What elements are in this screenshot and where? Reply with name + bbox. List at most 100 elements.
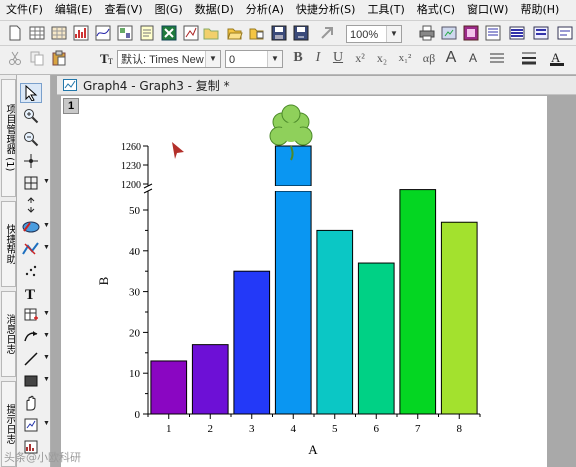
chevron-down-icon: ▼ — [267, 51, 282, 67]
subscript-button[interactable]: x₂ — [373, 49, 391, 67]
data-reader-tool-icon[interactable] — [20, 173, 42, 193]
zoom-in-tool-icon[interactable] — [20, 106, 42, 126]
italic-button[interactable]: I — [309, 49, 327, 67]
font-size-value: 0 — [229, 54, 236, 66]
format-toolbar: TT 默认: Times New ▼ 0 ▼ B I U x² x₂ x₁² αβ … — [0, 46, 576, 75]
menu-tools[interactable]: 工具(T) — [361, 0, 410, 20]
cut-icon[interactable] — [6, 49, 24, 67]
mask-tool-icon[interactable] — [20, 239, 42, 259]
chevron-down-icon: ▼ — [43, 354, 50, 361]
font-name-value: 默认: Times New — [121, 54, 204, 66]
save-template-icon[interactable] — [292, 24, 310, 42]
new-notes-icon[interactable] — [138, 24, 156, 42]
rectangle-tool-icon[interactable] — [20, 371, 42, 391]
chevron-down-icon: ▼ — [205, 51, 220, 67]
super-subscript-button[interactable]: x₁² — [396, 49, 414, 67]
line-width-icon[interactable] — [520, 49, 538, 67]
new-graph-icon[interactable] — [72, 24, 90, 42]
svg-text:A: A — [551, 50, 561, 65]
hand-tool-icon[interactable] — [20, 393, 42, 413]
graph-window-title: Graph4 - Graph3 - 复制 * — [83, 78, 230, 93]
increase-font-button[interactable]: A — [442, 49, 460, 67]
graph-page[interactable] — [61, 96, 547, 467]
data-selector-tool-icon[interactable] — [20, 195, 42, 215]
new-matrix-icon[interactable] — [50, 24, 68, 42]
tab-project-explorer[interactable]: 项目管理器 (1) — [1, 79, 16, 197]
superscript-button[interactable]: x² — [351, 49, 369, 67]
layer-indicator[interactable]: 1 — [63, 98, 79, 114]
chevron-down-icon: ▼ — [43, 310, 50, 317]
chevron-down-icon: ▼ — [43, 222, 50, 229]
results-log-icon[interactable] — [484, 24, 502, 42]
export-icon[interactable] — [440, 24, 458, 42]
chevron-down-icon: ▼ — [43, 332, 50, 339]
line-tool-icon[interactable] — [20, 349, 42, 369]
new-excel-icon[interactable] — [160, 24, 178, 42]
command-window-icon[interactable] — [532, 24, 550, 42]
graph-window-titlebar[interactable]: Graph4 - Graph3 - 复制 * — [57, 76, 576, 95]
menu-window[interactable]: 窗口(W) — [461, 0, 514, 20]
plot-details-tool-icon[interactable] — [20, 415, 42, 435]
watermark: 头条@小欧科研 — [4, 451, 81, 464]
menu-data[interactable]: 数据(D) — [189, 0, 240, 20]
menu-graph[interactable]: 图(G) — [149, 0, 189, 20]
add-table-tool-icon[interactable] — [20, 305, 42, 325]
chevron-down-icon: ▼ — [43, 244, 50, 251]
font-size-select[interactable]: 0 ▼ — [225, 50, 283, 68]
line-style-icon[interactable] — [488, 49, 506, 67]
region-select-tool-icon[interactable] — [20, 217, 42, 237]
draw-data-tool-icon[interactable] — [20, 261, 42, 281]
print-icon[interactable] — [418, 24, 436, 42]
new-function-icon[interactable] — [94, 24, 112, 42]
new-function-plot-icon[interactable] — [182, 24, 200, 42]
workspace-margin — [547, 96, 576, 467]
side-panel-tabs: 项目管理器 (1) 快捷帮助 消息日志 提示日志 — [0, 75, 17, 467]
new-layout-icon[interactable] — [116, 24, 134, 42]
standard-toolbar: 100% ▼ — [0, 21, 576, 46]
tab-messages-log[interactable]: 消息日志 — [1, 291, 16, 377]
zoom-value: 100% — [350, 29, 379, 41]
graph-window-icon — [63, 79, 77, 91]
recalculate-icon[interactable] — [318, 24, 336, 42]
screen-reader-tool-icon[interactable] — [20, 151, 42, 171]
menu-bar: 文件(F) 编辑(E) 查看(V) 图(G) 数据(D) 分析(A) 快捷分析(… — [0, 0, 576, 21]
menu-edit[interactable]: 编辑(E) — [49, 0, 99, 20]
chevron-down-icon: ▼ — [43, 376, 50, 383]
copy-page-icon[interactable] — [462, 24, 480, 42]
decrease-font-button[interactable]: A — [464, 49, 482, 67]
pointer-tool-icon[interactable] — [20, 83, 42, 103]
tools-toolbar: ▼ ▼ ▼ T ▼ ▼ ▼ ▼ ▼ — [17, 75, 51, 467]
svg-text:T: T — [108, 57, 113, 66]
new-project-icon[interactable] — [6, 24, 24, 42]
more-tools-icon[interactable] — [556, 24, 574, 42]
tab-quick-help[interactable]: 快捷帮助 — [1, 201, 16, 287]
open-template-icon[interactable] — [248, 24, 266, 42]
code-builder-icon[interactable] — [508, 24, 526, 42]
arrow-tool-icon[interactable] — [20, 327, 42, 347]
new-workbook-icon[interactable] — [28, 24, 46, 42]
font-color-icon[interactable]: A — [548, 49, 566, 67]
new-folder-icon[interactable] — [202, 24, 220, 42]
menu-file[interactable]: 文件(F) — [0, 0, 49, 20]
bold-button[interactable]: B — [289, 49, 307, 67]
paste-icon[interactable] — [50, 49, 68, 67]
chevron-down-icon: ▼ — [43, 420, 50, 427]
font-name-select[interactable]: 默认: Times New ▼ — [117, 50, 221, 68]
menu-quick-analysis[interactable]: 快捷分析(S) — [290, 0, 362, 20]
text-tool-icon[interactable]: TT — [98, 49, 116, 67]
save-icon[interactable] — [270, 24, 288, 42]
menu-help[interactable]: 帮助(H) — [514, 0, 565, 20]
svg-text:T: T — [25, 287, 35, 301]
menu-analysis[interactable]: 分析(A) — [240, 0, 290, 20]
underline-button[interactable]: U — [329, 49, 347, 67]
menu-view[interactable]: 查看(V) — [98, 0, 148, 20]
menu-format[interactable]: 格式(C) — [411, 0, 461, 20]
chevron-down-icon: ▼ — [386, 26, 401, 42]
open-icon[interactable] — [226, 24, 244, 42]
greek-button[interactable]: αβ — [420, 49, 438, 67]
zoom-select[interactable]: 100% ▼ — [346, 25, 402, 43]
chevron-down-icon: ▼ — [43, 178, 50, 185]
zoom-out-tool-icon[interactable] — [20, 129, 42, 149]
copy-icon[interactable] — [28, 49, 46, 67]
text-tool-icon[interactable]: T — [20, 283, 42, 303]
